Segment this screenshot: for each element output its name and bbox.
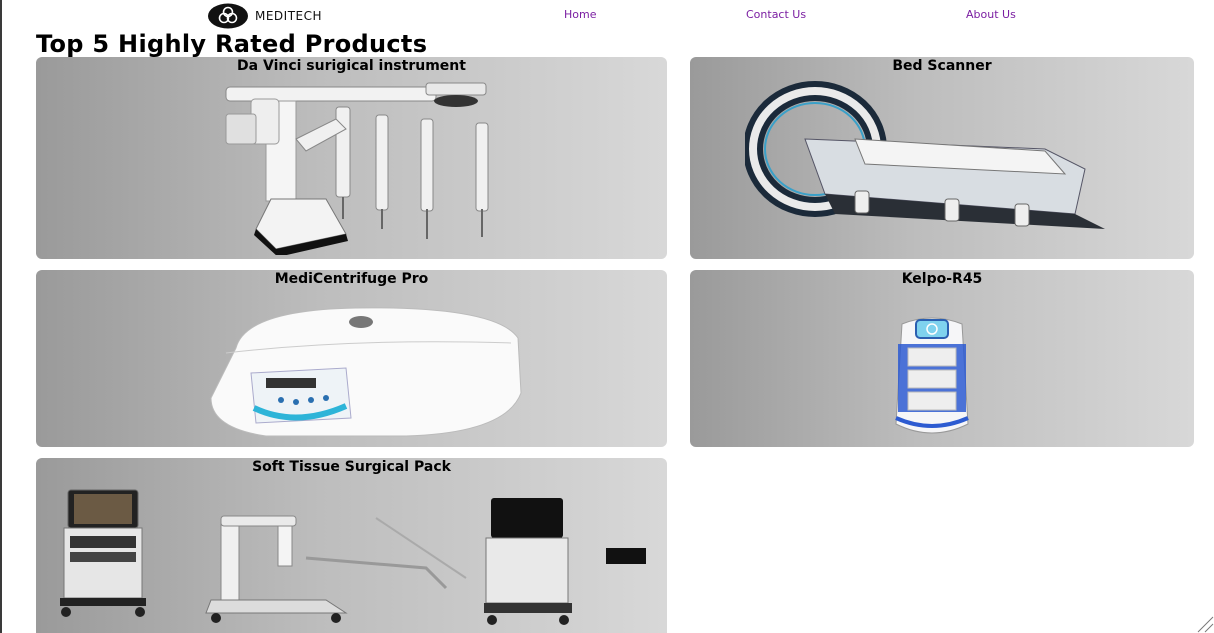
product-card-da-vinci[interactable]: Da Vinci surigical instrument bbox=[36, 57, 667, 259]
surgical-carts-image bbox=[60, 489, 646, 625]
resize-handle-icon[interactable] bbox=[1196, 615, 1214, 633]
page-border bbox=[0, 0, 2, 633]
brand-logo[interactable]: MEDITECH bbox=[207, 3, 322, 29]
brand-name: MEDITECH bbox=[255, 9, 323, 23]
product-title: Kelpo-R45 bbox=[901, 271, 983, 287]
product-title: Soft Tissue Surgical Pack bbox=[252, 459, 451, 475]
logo-icon bbox=[208, 3, 248, 29]
product-card-kelpo-r45[interactable]: Kelpo-R45 bbox=[690, 270, 1194, 447]
robotic-surgery-arms-image bbox=[225, 82, 489, 255]
nav-home-link[interactable]: Home bbox=[564, 8, 596, 21]
centrifuge-image bbox=[210, 307, 522, 437]
product-card-bed-scanner[interactable]: Bed Scanner bbox=[690, 57, 1194, 259]
nav-about-link[interactable]: About Us bbox=[966, 8, 1016, 21]
product-card-medicentrifuge[interactable]: MediCentrifuge Pro bbox=[36, 270, 667, 447]
product-card-soft-tissue-pack[interactable]: Soft Tissue Surgical Pack bbox=[36, 458, 667, 633]
product-title: Da Vinci surigical instrument bbox=[237, 58, 466, 74]
nav-contact-link[interactable]: Contact Us bbox=[746, 8, 806, 21]
product-title: MediCentrifuge Pro bbox=[274, 271, 429, 287]
product-title: Bed Scanner bbox=[892, 58, 992, 74]
page-title: Top 5 Highly Rated Products bbox=[36, 30, 428, 58]
delivery-robot-image bbox=[895, 317, 969, 434]
ct-scanner-image bbox=[745, 81, 1105, 229]
